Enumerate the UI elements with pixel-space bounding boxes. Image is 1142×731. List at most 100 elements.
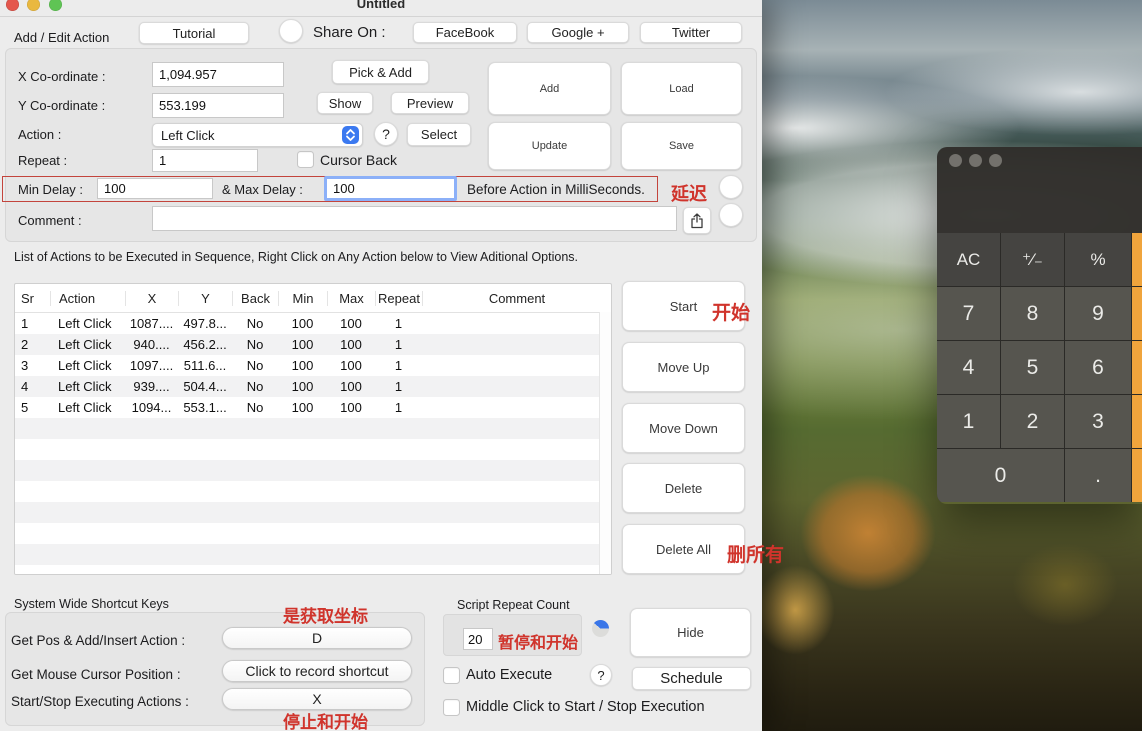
- max-delay-input[interactable]: 100: [324, 176, 457, 201]
- calc-key-plus[interactable]: [1132, 395, 1142, 448]
- calc-key-6[interactable]: 6: [1065, 341, 1131, 394]
- calc-key-equals[interactable]: [1132, 449, 1142, 502]
- tutorial-button[interactable]: Tutorial: [139, 22, 249, 44]
- pick-and-add-button[interactable]: Pick & Add: [332, 60, 429, 84]
- min-delay-input[interactable]: 100: [97, 178, 213, 199]
- calc-key-3[interactable]: 3: [1065, 395, 1131, 448]
- auto-execute-checkbox[interactable]: [443, 667, 460, 684]
- action-dropdown[interactable]: Left Click: [152, 123, 363, 147]
- action-dropdown-value: Left Click: [161, 128, 214, 143]
- window-title: Untitled: [0, 0, 762, 11]
- calculator-keypad: AC ⁺⁄₋ % 7 8 9 4 5 6 1 2 3 0 .: [937, 233, 1142, 502]
- delay-toggle-button[interactable]: [719, 175, 743, 199]
- comment-label: Comment :: [18, 213, 82, 228]
- table-row[interactable]: 2Left Click940....456.2...No1001001: [15, 334, 611, 355]
- table-row[interactable]: 1Left Click1087....497.8...No1001001: [15, 313, 611, 334]
- calc-key-divide[interactable]: [1132, 233, 1142, 286]
- actions-table-body: 1Left Click1087....497.8...No1001001 2Le…: [15, 313, 611, 575]
- table-row[interactable]: 3Left Click1097....511.6...No1001001: [15, 355, 611, 376]
- move-up-button[interactable]: Move Up: [622, 342, 745, 392]
- preview-button[interactable]: Preview: [391, 92, 469, 114]
- calc-key-dot[interactable]: .: [1065, 449, 1131, 502]
- calculator-display: [937, 147, 1142, 233]
- shortcuts-title: System Wide Shortcut Keys: [14, 597, 169, 611]
- load-button[interactable]: Load: [621, 62, 742, 115]
- get-mouse-shortcut-button[interactable]: Click to record shortcut: [222, 660, 412, 682]
- min-delay-label: Min Delay :: [18, 182, 83, 197]
- calc-key-8[interactable]: 8: [1001, 287, 1064, 340]
- col-action: Action: [50, 291, 125, 306]
- script-repeat-input[interactable]: 20: [463, 628, 493, 650]
- show-button[interactable]: Show: [317, 92, 373, 114]
- action-help-button[interactable]: ?: [374, 122, 398, 146]
- auto-execute-label: Auto Execute: [466, 667, 552, 683]
- move-down-button[interactable]: Move Down: [622, 403, 745, 453]
- share-twitter-button[interactable]: Twitter: [640, 22, 742, 43]
- table-scrollbar[interactable]: [599, 312, 611, 574]
- calc-key-4[interactable]: 4: [937, 341, 1000, 394]
- col-comment: Comment: [422, 291, 611, 306]
- calculator-window[interactable]: AC ⁺⁄₋ % 7 8 9 4 5 6 1 2 3 0 .: [937, 147, 1142, 504]
- list-caption: List of Actions to be Executed in Sequen…: [14, 250, 578, 264]
- get-pos-shortcut-button[interactable]: D: [222, 627, 412, 649]
- calc-key-0[interactable]: 0: [937, 449, 1064, 502]
- window-titlebar[interactable]: Untitled: [0, 0, 762, 17]
- calc-key-percent[interactable]: %: [1065, 233, 1131, 286]
- add-button[interactable]: Add: [488, 62, 611, 115]
- delete-button[interactable]: Delete: [622, 463, 745, 513]
- action-label: Action :: [18, 127, 61, 142]
- start-stop-shortcut-button[interactable]: X: [222, 688, 412, 710]
- actions-table-header: Sr Action X Y Back Min Max Repeat Commen…: [15, 284, 611, 313]
- calc-key-multiply[interactable]: [1132, 287, 1142, 340]
- repeat-input[interactable]: 1: [152, 149, 258, 172]
- header-toggle-button[interactable]: [279, 19, 303, 43]
- col-back: Back: [232, 291, 278, 306]
- start-stop-label: Start/Stop Executing Actions :: [11, 694, 189, 709]
- comment-input[interactable]: [152, 206, 677, 231]
- max-delay-label: & Max Delay :: [222, 182, 303, 197]
- calc-key-2[interactable]: 2: [1001, 395, 1064, 448]
- cursor-back-checkbox[interactable]: [297, 151, 314, 168]
- script-repeat-title: Script Repeat Count: [457, 598, 570, 612]
- middle-click-checkbox[interactable]: [443, 699, 460, 716]
- annotation-pause-start: 暂停和开始: [498, 629, 578, 653]
- calc-minimize-button[interactable]: [969, 154, 982, 167]
- select-button[interactable]: Select: [407, 123, 471, 146]
- x-coordinate-input[interactable]: 1,094.957: [152, 62, 284, 87]
- middle-click-label: Middle Click to Start / Stop Execution: [466, 699, 705, 715]
- calc-key-minus[interactable]: [1132, 341, 1142, 394]
- update-button[interactable]: Update: [488, 122, 611, 170]
- share-google-button[interactable]: Google +: [527, 22, 629, 43]
- actions-table[interactable]: Sr Action X Y Back Min Max Repeat Commen…: [14, 283, 612, 575]
- auto-clicker-window: Untitled Add / Edit Action Tutorial Shar…: [0, 0, 762, 731]
- calc-zoom-button[interactable]: [989, 154, 1002, 167]
- footer-help-button[interactable]: ?: [590, 664, 612, 686]
- col-max: Max: [327, 291, 375, 306]
- cursor-back-label: Cursor Back: [320, 152, 397, 168]
- dropdown-stepper-icon: [342, 126, 359, 144]
- calc-key-9[interactable]: 9: [1065, 287, 1131, 340]
- desktop: Untitled Add / Edit Action Tutorial Shar…: [0, 0, 1142, 731]
- table-row[interactable]: 4Left Click939....504.4...No1001001: [15, 376, 611, 397]
- export-button[interactable]: [683, 207, 711, 234]
- calc-key-7[interactable]: 7: [937, 287, 1000, 340]
- calc-key-5[interactable]: 5: [1001, 341, 1064, 394]
- x-coordinate-label: X Co-ordinate :: [18, 69, 105, 84]
- calc-close-button[interactable]: [949, 154, 962, 167]
- calc-key-plusminus[interactable]: ⁺⁄₋: [1001, 233, 1064, 286]
- table-row[interactable]: 5Left Click1094...553.1...No1001001: [15, 397, 611, 418]
- share-facebook-button[interactable]: FaceBook: [413, 22, 517, 43]
- get-pos-label: Get Pos & Add/Insert Action :: [11, 633, 185, 648]
- save-button[interactable]: Save: [621, 122, 742, 170]
- spinner-icon: [592, 620, 609, 637]
- calc-key-1[interactable]: 1: [937, 395, 1000, 448]
- schedule-button[interactable]: Schedule: [632, 667, 751, 690]
- calc-key-ac[interactable]: AC: [937, 233, 1000, 286]
- annotation-delete-all: 删所有: [727, 540, 784, 567]
- section-title: Add / Edit Action: [14, 30, 109, 45]
- y-coordinate-input[interactable]: 553.199: [152, 93, 284, 118]
- annotation-start: 开始: [712, 298, 750, 325]
- comment-toggle-button[interactable]: [719, 203, 743, 227]
- delay-suffix-label: Before Action in MilliSeconds.: [467, 182, 645, 197]
- hide-button[interactable]: Hide: [630, 608, 751, 657]
